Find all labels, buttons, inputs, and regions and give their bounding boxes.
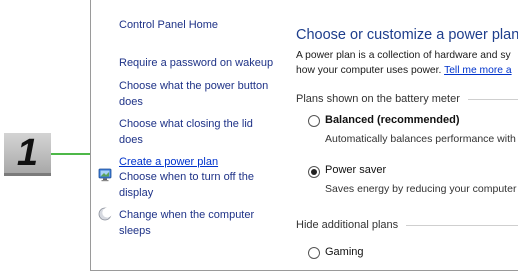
description-text: how your computer uses power.	[296, 65, 442, 76]
power-saver-plan-desc: Saves energy by reducing your computer	[325, 183, 517, 195]
balanced-plan-name[interactable]: Balanced (recommended)	[325, 114, 459, 126]
description-line-1: A power plan is a collection of hardware…	[296, 50, 511, 61]
page-description: A power plan is a collection of hardware…	[296, 48, 512, 78]
description-line-2: how your computer uses power. Tell me mo…	[296, 63, 512, 78]
moon-icon	[98, 207, 112, 221]
step-number-badge: 1	[4, 132, 51, 176]
hidden-plans-section[interactable]: Hide additional plans	[296, 219, 518, 231]
sidebar-item-closing-lid[interactable]: Choose what closing the lid does	[119, 116, 279, 148]
left-sidebar: Control Panel Home Require a password on…	[91, 0, 276, 271]
display-icon	[98, 168, 112, 182]
section-divider	[467, 98, 518, 100]
balanced-radio[interactable]	[308, 115, 320, 127]
power-options-window: Control Panel Home Require a password on…	[90, 0, 518, 271]
hide-additional-plans-heading[interactable]: Hide additional plans	[296, 219, 398, 231]
sidebar-item-power-button[interactable]: Choose what the power button does	[119, 78, 279, 110]
sidebar-item-computer-sleeps[interactable]: Change when the computer sleeps	[119, 207, 279, 239]
gaming-radio[interactable]	[308, 247, 320, 259]
battery-meter-section: Plans shown on the battery meter	[296, 93, 518, 105]
sidebar-item-require-password[interactable]: Require a password on wakeup	[119, 55, 279, 71]
power-saver-radio[interactable]	[308, 166, 320, 178]
sidebar-item-create-power-plan[interactable]: Create a power plan	[119, 154, 279, 170]
section-divider	[406, 224, 518, 226]
power-saver-plan-name[interactable]: Power saver	[325, 164, 386, 176]
tell-me-more-link[interactable]: Tell me more a	[444, 65, 512, 76]
battery-meter-heading: Plans shown on the battery meter	[296, 93, 460, 105]
main-content: Choose or customize a power plan A power…	[296, 0, 518, 271]
page-title: Choose or customize a power plan	[296, 27, 518, 43]
balanced-plan-desc: Automatically balances performance with	[325, 133, 516, 145]
control-panel-home-link[interactable]: Control Panel Home	[119, 17, 279, 33]
sidebar-item-turn-off-display[interactable]: Choose when to turn off the display	[119, 169, 279, 201]
gaming-plan-name[interactable]: Gaming	[325, 246, 364, 258]
